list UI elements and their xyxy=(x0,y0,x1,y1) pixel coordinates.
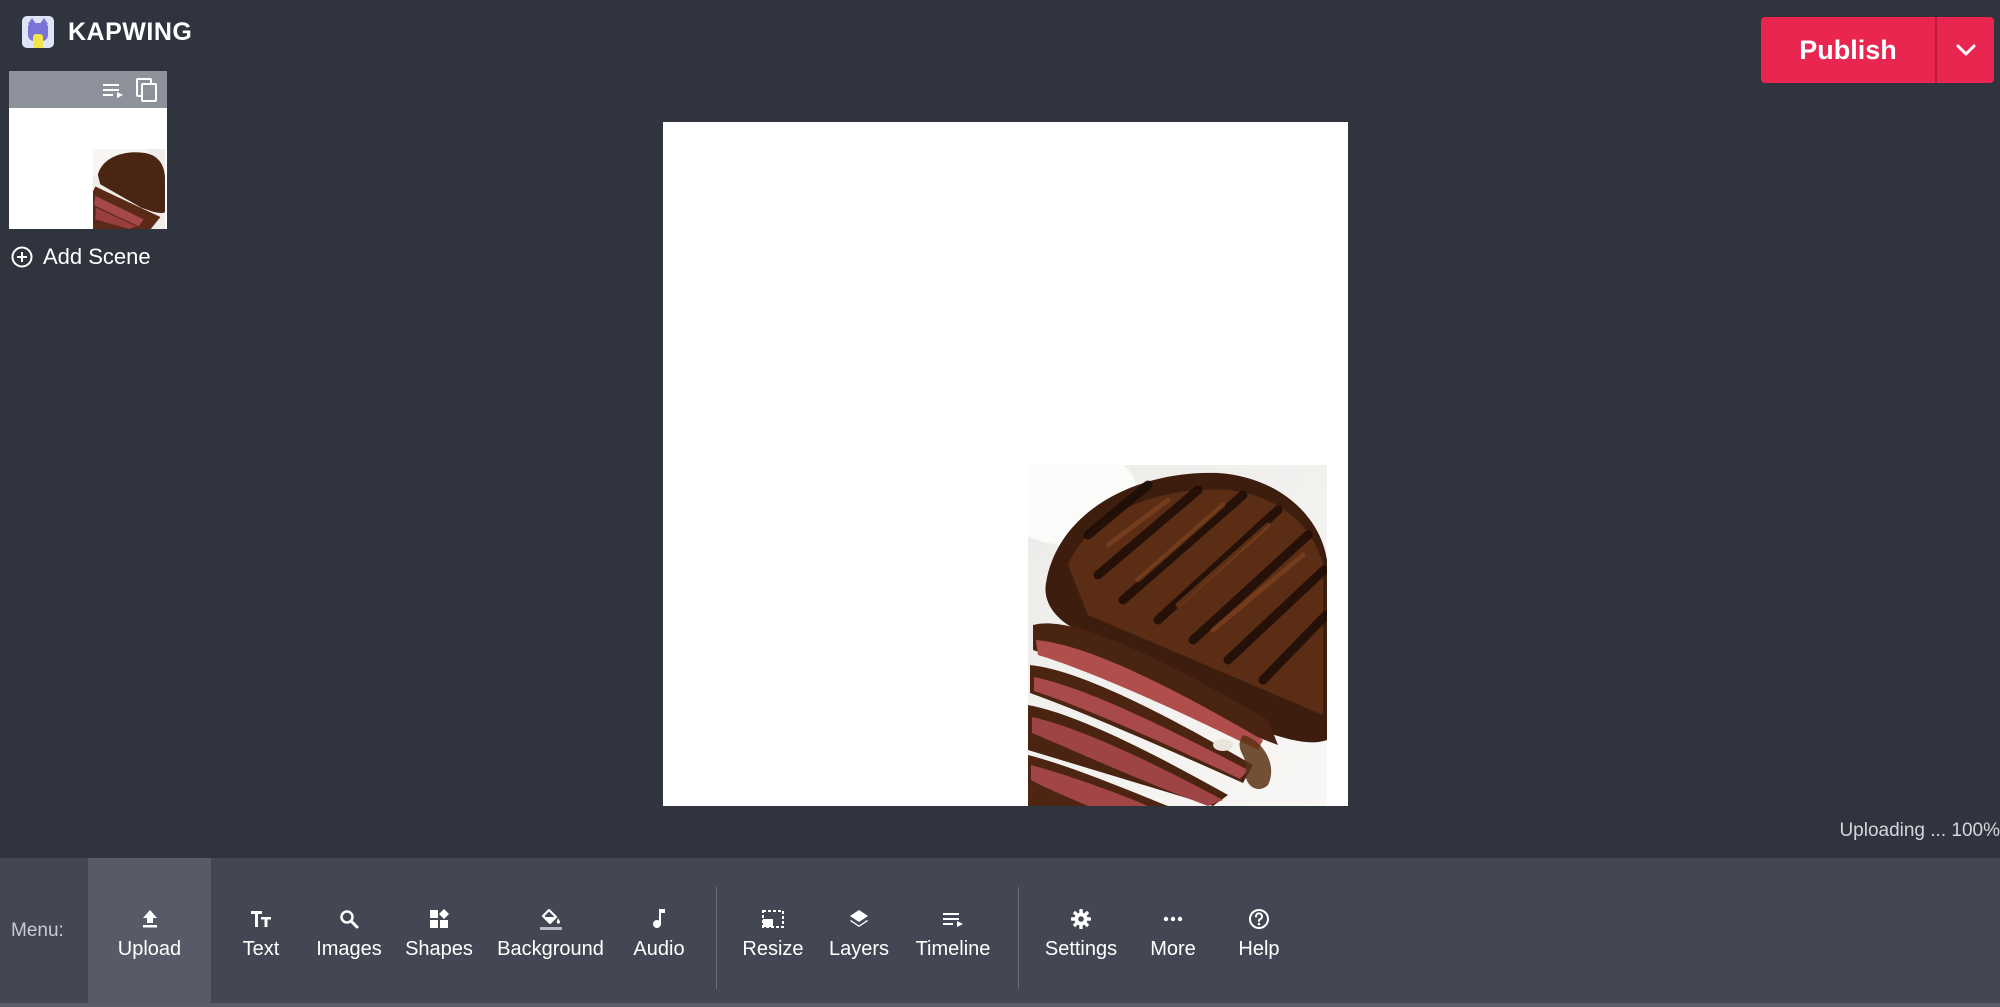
duplicate-scene-icon[interactable] xyxy=(135,77,159,103)
scene-thumbnail-image xyxy=(93,149,165,229)
steak-image-layer[interactable] xyxy=(1028,465,1327,806)
add-scene-label: Add Scene xyxy=(43,244,151,269)
publish-button-group: Publish xyxy=(1761,17,1994,83)
toolbar-settings[interactable]: Settings xyxy=(1038,858,1124,1003)
toolbar-upload[interactable]: Upload xyxy=(88,858,211,1003)
menu-label: Menu: xyxy=(11,919,64,941)
plus-circle-icon xyxy=(11,246,33,268)
help-icon xyxy=(1248,906,1270,932)
toolbar-separator xyxy=(716,887,717,989)
music-note-icon xyxy=(651,906,667,932)
upload-icon xyxy=(141,906,159,932)
toolbar-settings-label: Settings xyxy=(1044,938,1118,960)
more-icon xyxy=(1163,906,1183,932)
layers-icon xyxy=(848,906,870,932)
editor-canvas[interactable] xyxy=(663,122,1348,806)
kapwing-logo[interactable]: KAPWING xyxy=(22,16,192,48)
timeline-icon xyxy=(941,906,965,932)
toolbar-images[interactable]: Images xyxy=(307,858,391,1003)
add-scene-button[interactable]: Add Scene xyxy=(11,244,151,270)
scene-thumbnail-toolbar xyxy=(9,71,167,108)
toolbar-bottom-border xyxy=(0,1003,2000,1007)
toolbar-resize-label: Resize xyxy=(742,938,804,960)
toolbar-help-label: Help xyxy=(1238,938,1280,960)
toolbar-shapes-label: Shapes xyxy=(405,938,473,960)
toolbar-more-label: More xyxy=(1150,938,1196,960)
toolbar-timeline-label: Timeline xyxy=(915,938,991,960)
scene-timeline-icon[interactable] xyxy=(101,80,125,100)
publish-options-button[interactable] xyxy=(1937,17,1994,83)
bottom-toolbar: Menu: Upload Text Images Shapes Backgrou… xyxy=(0,858,2000,1003)
toolbar-text[interactable]: Text xyxy=(222,858,300,1003)
search-icon xyxy=(339,906,359,932)
publish-button[interactable]: Publish xyxy=(1761,17,1935,83)
toolbar-images-label: Images xyxy=(316,938,382,960)
toolbar-background[interactable]: Background xyxy=(488,858,613,1003)
toolbar-help[interactable]: Help xyxy=(1226,858,1292,1003)
upload-status: Uploading ... 100% xyxy=(1839,820,2000,841)
toolbar-layers[interactable]: Layers xyxy=(822,858,896,1003)
toolbar-audio-label: Audio xyxy=(633,938,685,960)
gear-icon xyxy=(1070,906,1092,932)
paint-bucket-icon xyxy=(539,906,563,932)
toolbar-upload-label: Upload xyxy=(117,938,182,960)
toolbar-audio[interactable]: Audio xyxy=(624,858,694,1003)
app-name: KAPWING xyxy=(68,17,193,46)
toolbar-more[interactable]: More xyxy=(1140,858,1206,1003)
toolbar-shapes[interactable]: Shapes xyxy=(398,858,480,1003)
toolbar-separator xyxy=(1018,887,1019,989)
resize-icon xyxy=(761,906,785,932)
toolbar-timeline[interactable]: Timeline xyxy=(908,858,998,1003)
scene-thumbnail[interactable] xyxy=(9,71,167,229)
toolbar-layers-label: Layers xyxy=(828,938,890,960)
chevron-down-icon xyxy=(1956,44,1975,56)
toolbar-text-label: Text xyxy=(242,938,280,960)
shapes-icon xyxy=(429,906,449,932)
text-icon xyxy=(250,906,272,932)
kapwing-logo-icon xyxy=(22,16,54,48)
toolbar-resize[interactable]: Resize xyxy=(735,858,811,1003)
toolbar-background-label: Background xyxy=(497,938,604,960)
